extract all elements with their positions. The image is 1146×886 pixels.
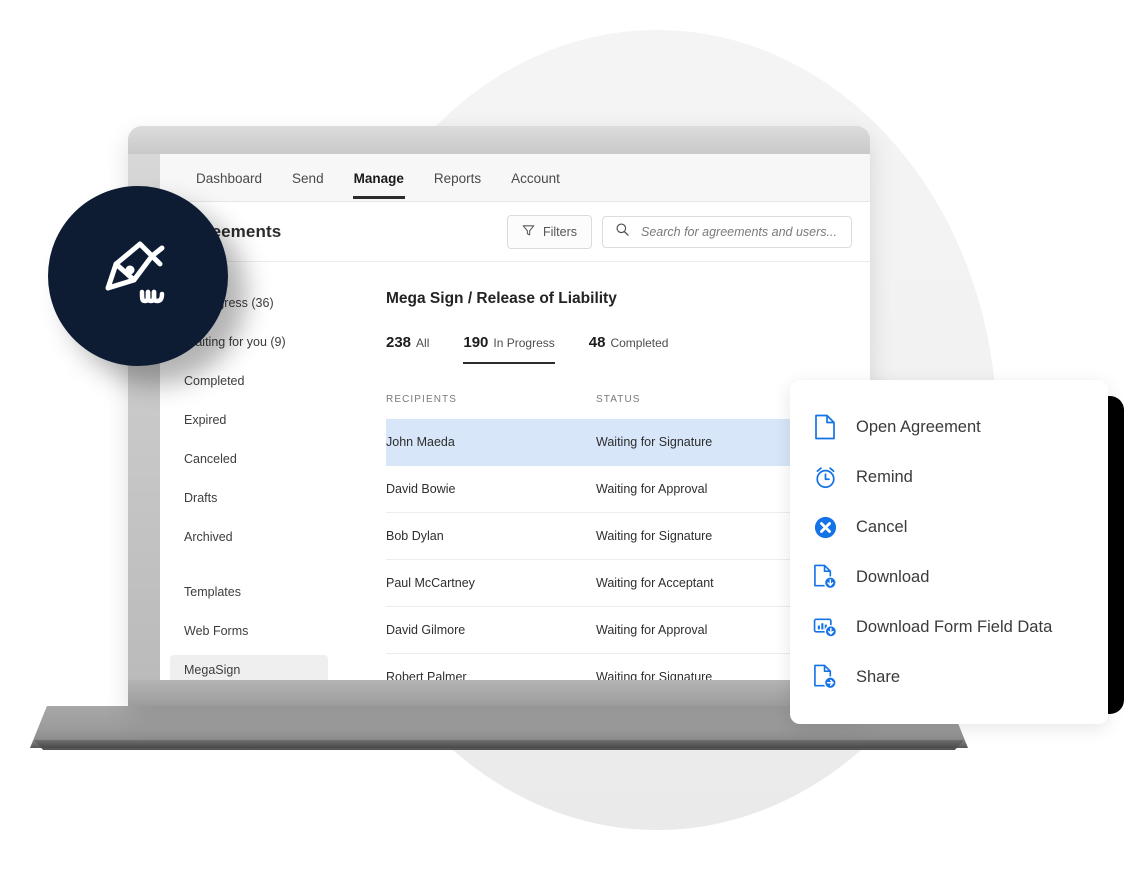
search-box[interactable] bbox=[602, 215, 852, 248]
menu-item-open-agreement[interactable]: Open Agreement bbox=[790, 402, 1108, 452]
menu-item-label: Open Agreement bbox=[856, 417, 981, 436]
cell-recipient: Robert Palmer bbox=[386, 670, 467, 680]
status-tabs: 238 All 190 In Progress 48 Completed bbox=[386, 334, 870, 364]
application-window: Dashboard Send Manage Reports Account Ag… bbox=[160, 154, 870, 680]
menu-item-label: Download Form Field Data bbox=[856, 617, 1053, 636]
context-menu: Open Agreement Remind Cancel Download Do… bbox=[790, 380, 1108, 724]
main-navigation: Dashboard Send Manage Reports Account bbox=[160, 154, 870, 202]
filters-button-label: Filters bbox=[542, 224, 577, 239]
cell-recipient: David Bowie bbox=[386, 482, 456, 496]
menu-item-label: Remind bbox=[856, 467, 913, 486]
laptop-base-lip bbox=[33, 740, 965, 750]
laptop-screen: Dashboard Send Manage Reports Account Ag… bbox=[160, 154, 870, 680]
sidebar-item-megasign[interactable]: MegaSign bbox=[170, 655, 328, 680]
status-tab-in-progress[interactable]: 190 In Progress bbox=[463, 334, 556, 364]
sidebar-item-expired[interactable]: Expired bbox=[170, 405, 328, 435]
agreement-group-title: Mega Sign / Release of Liability bbox=[386, 290, 617, 307]
nav-item-dashboard[interactable]: Dashboard bbox=[182, 157, 276, 199]
document-icon bbox=[812, 414, 838, 440]
cell-recipient: David Gilmore bbox=[386, 623, 466, 637]
sidebar-item-web-forms[interactable]: Web Forms bbox=[170, 616, 328, 646]
sub-toolbar: Agreements Filters bbox=[160, 202, 870, 262]
menu-item-cancel[interactable]: Cancel bbox=[790, 502, 1108, 552]
sidebar-item-archived[interactable]: Archived bbox=[170, 522, 328, 552]
brand-badge bbox=[48, 186, 228, 366]
laptop: Dashboard Send Manage Reports Account Ag… bbox=[128, 126, 870, 706]
content-area: In Progress (36) Waiting for you (9) Com… bbox=[160, 262, 870, 680]
sidebar-divider-gap bbox=[160, 561, 338, 577]
status-tab-in-progress-label: In Progress bbox=[493, 336, 555, 350]
menu-item-share[interactable]: Share bbox=[790, 652, 1108, 702]
nav-item-reports[interactable]: Reports bbox=[420, 157, 495, 199]
status-tab-in-progress-count: 190 bbox=[463, 334, 489, 351]
chart-download-icon bbox=[812, 614, 838, 640]
filter-icon bbox=[522, 224, 535, 240]
status-tab-completed[interactable]: 48 Completed bbox=[589, 334, 669, 364]
sidebar-item-templates[interactable]: Templates bbox=[170, 577, 328, 607]
illustration-scene: Dashboard Send Manage Reports Account Ag… bbox=[0, 0, 1146, 886]
nav-item-account[interactable]: Account bbox=[497, 157, 574, 199]
column-header-recipients: RECIPIENTS bbox=[386, 394, 458, 405]
cell-recipient: Bob Dylan bbox=[386, 529, 444, 543]
status-tab-all[interactable]: 238 All bbox=[386, 334, 429, 364]
cancel-circle-icon bbox=[812, 514, 838, 540]
status-tab-completed-label: Completed bbox=[610, 336, 669, 350]
laptop-bottom-bezel bbox=[128, 680, 870, 706]
nav-item-send[interactable]: Send bbox=[278, 157, 338, 199]
nav-item-manage[interactable]: Manage bbox=[340, 157, 418, 199]
sidebar-item-drafts[interactable]: Drafts bbox=[170, 483, 328, 513]
menu-item-label: Share bbox=[856, 667, 901, 686]
alarm-clock-icon bbox=[812, 464, 838, 490]
laptop-top-bezel bbox=[128, 126, 870, 154]
search-input[interactable] bbox=[639, 223, 839, 240]
menu-item-download[interactable]: Download bbox=[790, 552, 1108, 602]
menu-item-download-form-field-data[interactable]: Download Form Field Data bbox=[790, 602, 1108, 652]
cell-recipient: Paul McCartney bbox=[386, 576, 475, 590]
search-icon bbox=[615, 222, 630, 242]
menu-item-remind[interactable]: Remind bbox=[790, 452, 1108, 502]
status-tab-completed-count: 48 bbox=[588, 334, 606, 351]
pen-nib-signature-icon bbox=[90, 234, 186, 319]
sidebar-item-canceled[interactable]: Canceled bbox=[170, 444, 328, 474]
document-download-icon bbox=[812, 564, 838, 590]
status-tab-all-count: 238 bbox=[386, 334, 412, 351]
toolbar-actions: Filters bbox=[506, 214, 852, 249]
menu-item-label: Download bbox=[856, 567, 930, 586]
sidebar-item-completed[interactable]: Completed bbox=[170, 366, 328, 396]
cell-recipient: John Maeda bbox=[386, 435, 455, 449]
menu-item-label: Cancel bbox=[856, 517, 908, 536]
document-share-icon bbox=[812, 664, 838, 690]
status-tab-all-label: All bbox=[416, 336, 430, 350]
filters-button[interactable]: Filters bbox=[506, 214, 592, 249]
